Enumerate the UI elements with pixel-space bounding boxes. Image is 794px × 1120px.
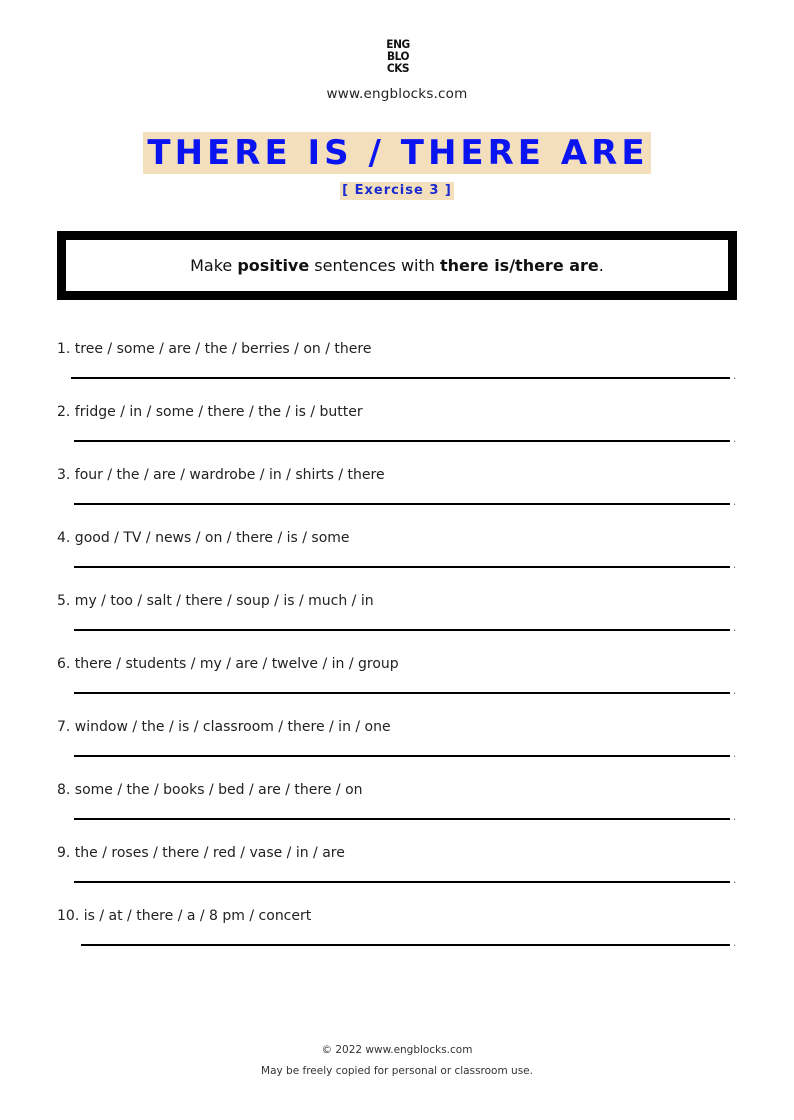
logo-line: CKS xyxy=(386,61,410,75)
exercise-prompt: 1. tree / some / are / the / berries / o… xyxy=(57,341,372,357)
exercise-prompt: 3. four / the / are / wardrobe / in / sh… xyxy=(57,467,385,483)
footer-license: May be freely copied for personal or cla… xyxy=(261,1065,533,1077)
answer-line[interactable] xyxy=(74,755,730,757)
line-end-period: . xyxy=(733,434,737,445)
line-end-period: . xyxy=(733,560,737,571)
line-end-period: . xyxy=(733,938,737,949)
line-end-period: . xyxy=(733,749,737,760)
exercise-item: 3. four / the / are / wardrobe / in / sh… xyxy=(57,466,747,529)
exercise-prompt: 7. window / the / is / classroom / there… xyxy=(57,719,391,735)
worksheet-title: THERE IS / THERE ARE xyxy=(143,132,651,174)
instructions-part: . xyxy=(598,256,604,275)
line-end-period: . xyxy=(733,875,737,886)
answer-line[interactable] xyxy=(74,629,730,631)
exercise-prompt: 8. some / the / books / bed / are / ther… xyxy=(57,782,363,798)
exercise-prompt: 2. fridge / in / some / there / the / is… xyxy=(57,404,363,420)
line-end-period: . xyxy=(733,371,737,382)
exercise-prompt: 5. my / too / salt / there / soup / is /… xyxy=(57,593,374,609)
instructions-emphasis: there is/there are xyxy=(439,256,599,275)
answer-line[interactable] xyxy=(81,944,730,946)
exercise-item: 2. fridge / in / some / there / the / is… xyxy=(57,403,747,466)
exercise-prompt: 4. good / TV / news / on / there / is / … xyxy=(57,530,350,546)
line-end-period: . xyxy=(733,686,737,697)
line-end-period: . xyxy=(733,812,737,823)
exercise-item: 1. tree / some / are / the / berries / o… xyxy=(57,340,747,403)
answer-line[interactable] xyxy=(74,881,730,883)
exercise-item: 6. there / students / my / are / twelve … xyxy=(57,655,747,718)
site-url: www.engblocks.com xyxy=(326,86,468,102)
answer-line[interactable] xyxy=(74,566,730,568)
exercise-item: 4. good / TV / news / on / there / is / … xyxy=(57,529,747,592)
footer-copyright: © 2022 www.engblocks.com xyxy=(321,1044,473,1056)
exercise-prompt: 9. the / roses / there / red / vase / in… xyxy=(57,845,345,861)
exercise-prompt: 6. there / students / my / are / twelve … xyxy=(57,656,399,672)
title-container: THERE IS / THERE ARE xyxy=(0,132,794,174)
line-end-period: . xyxy=(733,497,737,508)
exercise-item: 8. some / the / books / bed / are / ther… xyxy=(57,781,747,844)
instructions-emphasis: positive xyxy=(237,256,310,275)
answer-line[interactable] xyxy=(74,503,730,505)
exercise-item: 7. window / the / is / classroom / there… xyxy=(57,718,747,781)
subtitle-container: [ Exercise 3 ] xyxy=(0,179,794,200)
engblocks-logo: ENG BLO CKS xyxy=(382,38,413,74)
exercise-item: 10. is / at / there / a / 8 pm / concert… xyxy=(57,907,747,970)
answer-line[interactable] xyxy=(71,377,730,379)
exercise-prompt: 10. is / at / there / a / 8 pm / concert xyxy=(57,908,312,924)
instructions-part: Make xyxy=(190,256,238,275)
answer-line[interactable] xyxy=(74,440,730,442)
exercise-label: [ Exercise 3 ] xyxy=(340,182,454,200)
exercise-item: 9. the / roses / there / red / vase / in… xyxy=(57,844,747,907)
answer-line[interactable] xyxy=(74,692,730,694)
exercise-item: 5. my / too / salt / there / soup / is /… xyxy=(57,592,747,655)
instructions-box: Make positive sentences with there is/th… xyxy=(57,231,737,300)
instructions-part: sentences with xyxy=(309,256,440,275)
answer-line[interactable] xyxy=(74,818,730,820)
line-end-period: . xyxy=(733,623,737,634)
instructions-text: Make positive sentences with there is/th… xyxy=(190,256,604,275)
